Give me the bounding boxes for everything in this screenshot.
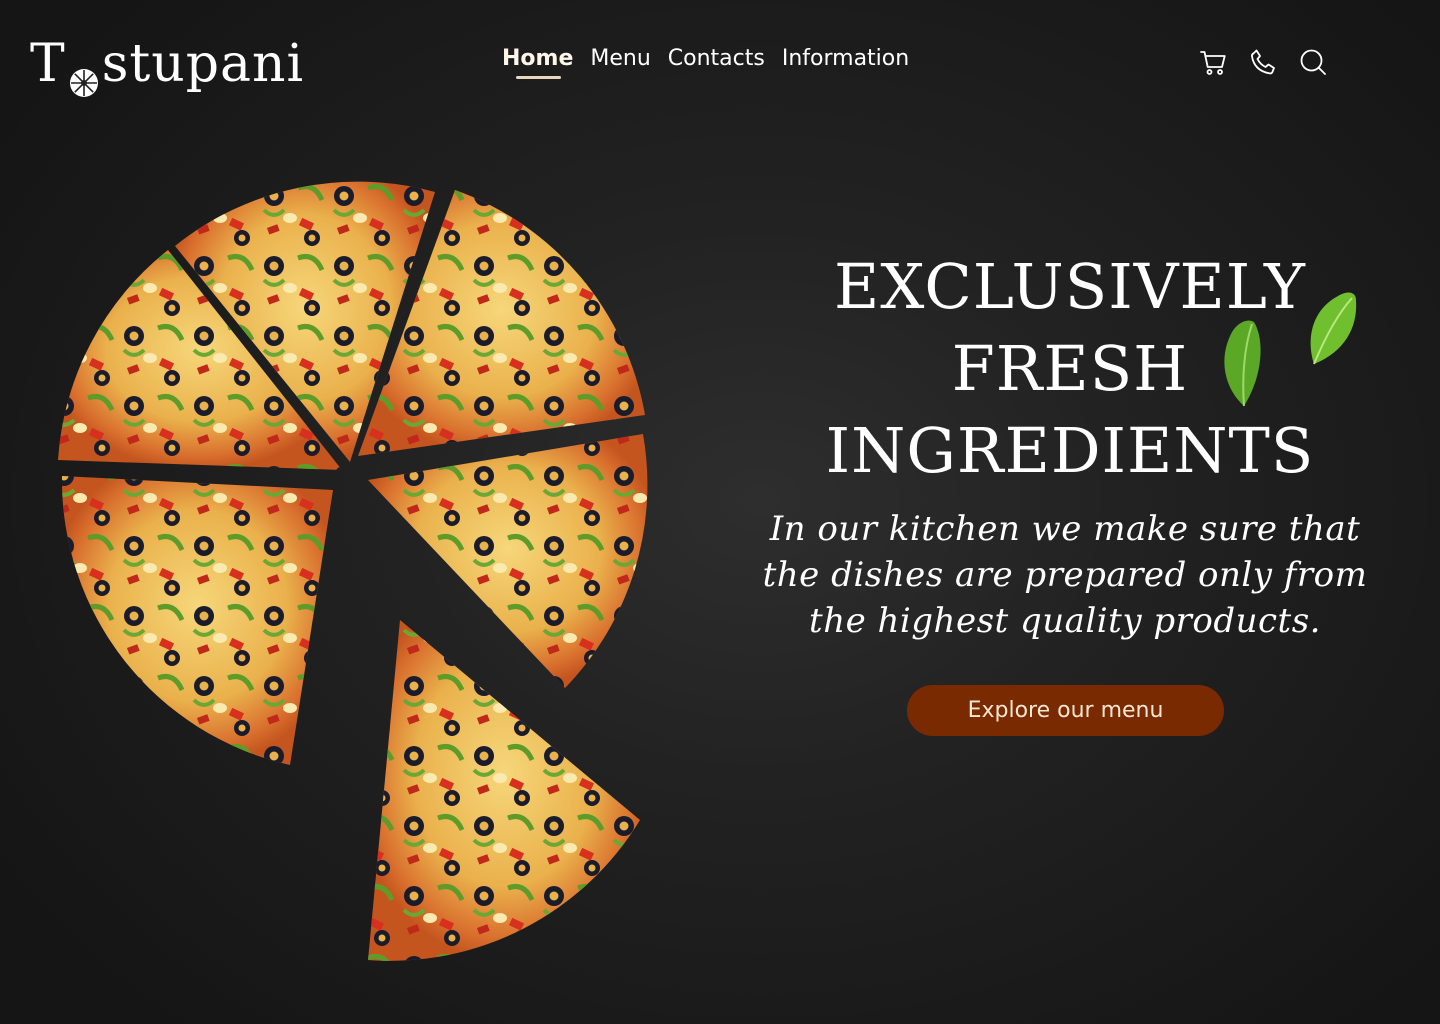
header-actions: [1198, 46, 1328, 78]
nav-information[interactable]: Information: [782, 46, 909, 71]
brand-logo[interactable]: T stupani: [30, 28, 304, 100]
phone-icon[interactable]: [1248, 46, 1278, 78]
brand-name-start: T: [30, 34, 66, 94]
pizza-image: [58, 181, 648, 961]
nav-menu[interactable]: Menu: [590, 46, 650, 71]
main-nav: Home Menu Contacts Information: [502, 46, 909, 79]
search-icon[interactable]: [1298, 46, 1328, 78]
pizza-wheel-icon: [68, 52, 100, 97]
hero-description: In our kitchen we make sure that the dis…: [762, 509, 1368, 641]
explore-menu-button[interactable]: Explore our menu: [907, 685, 1224, 736]
cart-icon[interactable]: [1198, 46, 1228, 78]
brand-name-end: stupani: [101, 34, 305, 94]
nav-home[interactable]: Home: [502, 46, 573, 79]
basil-leaf-icon: [1224, 320, 1261, 407]
hero-title: EXCLUSIVELY FRESH INGREDIENTS: [825, 250, 1315, 487]
nav-contacts[interactable]: Contacts: [668, 46, 765, 71]
basil-leaf-icon: [1310, 292, 1357, 365]
